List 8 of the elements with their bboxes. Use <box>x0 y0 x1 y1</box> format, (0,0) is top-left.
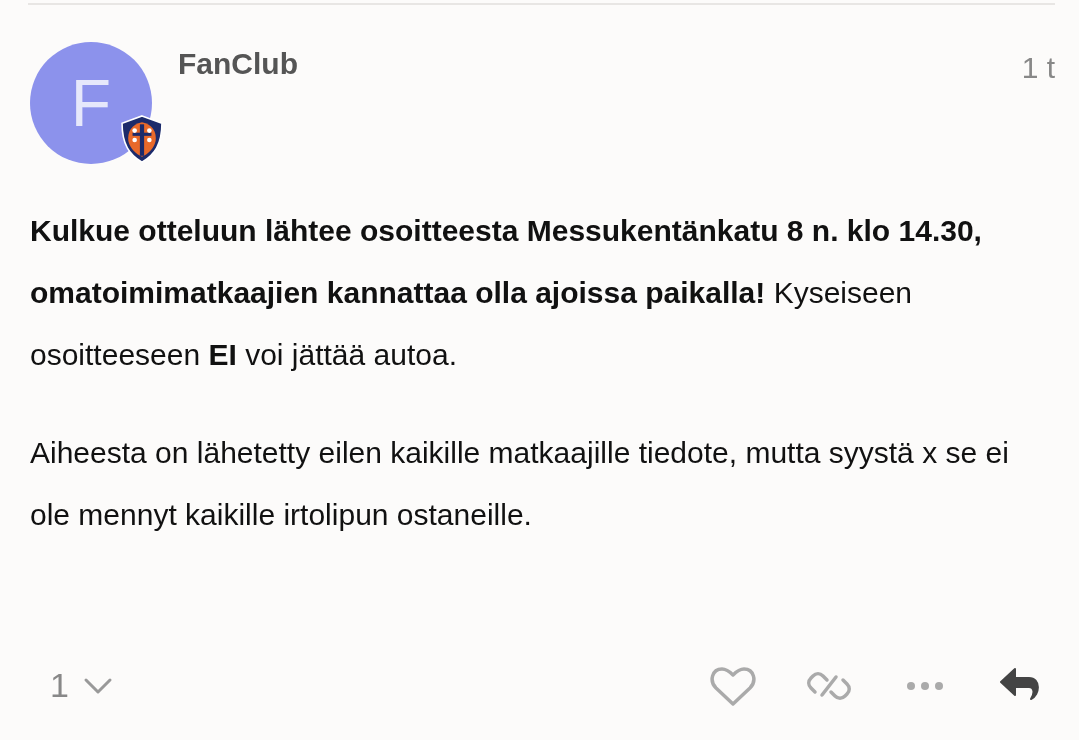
post-time[interactable]: 1 t <box>1021 51 1055 85</box>
user-avatar[interactable]: F <box>30 42 152 164</box>
heart-icon[interactable] <box>709 664 757 707</box>
shield-badge-icon <box>121 114 163 164</box>
post-paragraph: Aiheesta on lähetetty eilen kaikille matkaajille tiedote, mutta syystä x se ei ole mennyt kaikille irtolipun ostaneille. <box>30 435 1010 533</box>
replies-toggle[interactable]: 1 <box>30 660 133 711</box>
post-paragraph: Kulkue otteluun lähtee osoitteesta Messukentänkatu 8 n. klo 14.30, omatoimimatkaajien kannattaa olla ajoissa paikalla! Kyseiseen osoitteeseen EI voi jättää autoa. <box>30 213 983 373</box>
username[interactable]: FanClub <box>178 47 298 81</box>
